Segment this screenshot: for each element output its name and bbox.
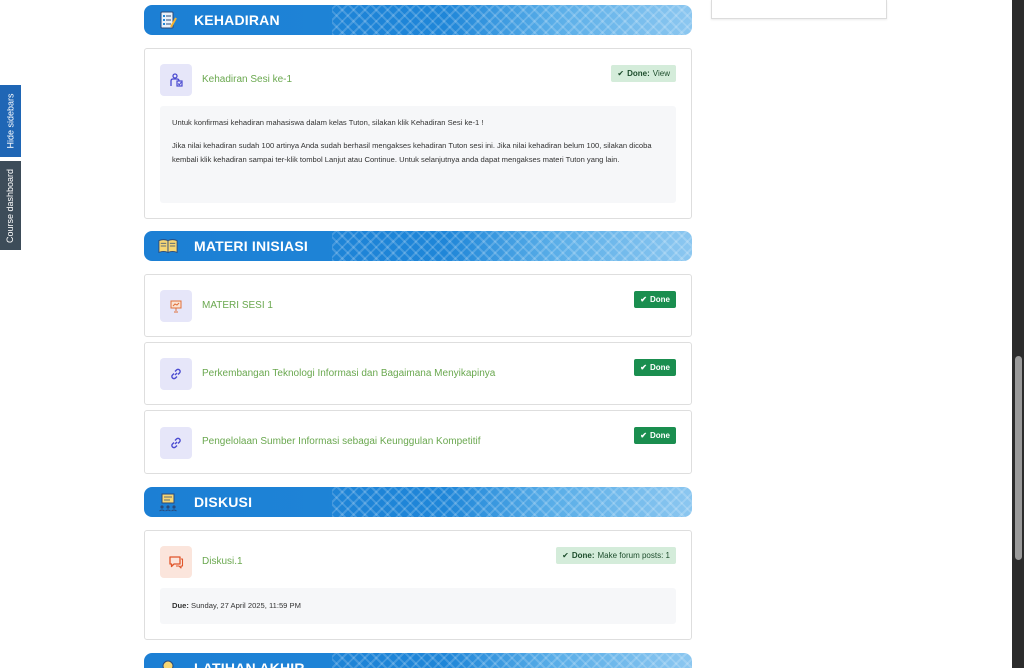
section-title: DISKUSI: [194, 494, 253, 510]
check-icon: ✔: [562, 551, 569, 560]
section-header-kehadiran: KEHADIRAN: [144, 5, 692, 35]
description-paragraph: Jika nilai kehadiran sudah 100 artinya A…: [172, 140, 652, 165]
check-icon: ✔: [640, 295, 647, 304]
activity-description: Untuk konfirmasi kehadiran mahasiswa dal…: [160, 106, 676, 203]
badge-label: Done: [650, 295, 670, 304]
course-dashboard-label: Course dashboard: [5, 168, 16, 243]
scrollbar-thumb[interactable]: [1015, 356, 1022, 560]
due-date-box: Due: Sunday, 27 April 2025, 11:59 PM: [160, 588, 676, 624]
presentation-icon: [160, 290, 192, 322]
section-header-materi: MATERI INISIASI: [144, 231, 692, 261]
section-title: LATIHAN AKHIR: [194, 660, 305, 668]
done-badge: ✔ Done: [634, 291, 676, 308]
activity-link-materi[interactable]: Pengelolaan Sumber Informasi sebagai Keu…: [202, 436, 481, 447]
done-badge: ✔ Done: [634, 427, 676, 444]
hide-sidebars-label: Hide sidebars: [5, 93, 16, 149]
check-icon: ✔: [640, 363, 647, 372]
lightbulb-icon: [158, 658, 178, 668]
badge-detail: Make forum posts: 1: [597, 551, 670, 560]
sidebar-toggle-tabs: Hide sidebars Course dashboard: [0, 85, 21, 250]
due-label: Due:: [172, 601, 189, 610]
section-header-latihan: LATIHAN AKHIR: [144, 653, 692, 668]
header-pattern: [332, 487, 692, 517]
link-icon: [160, 427, 192, 459]
forum-icon: [160, 546, 192, 578]
badge-label: Done: [650, 363, 670, 372]
link-icon: [160, 358, 192, 390]
activity-link-kehadiran[interactable]: Kehadiran Sesi ke-1: [202, 74, 292, 85]
attendance-person-icon: [160, 64, 192, 96]
section-title: KEHADIRAN: [194, 12, 280, 28]
section-title: MATERI INISIASI: [194, 238, 308, 254]
header-pattern: [332, 5, 692, 35]
header-pattern: [332, 231, 692, 261]
completion-badge: ✔ Done: Make forum posts: 1: [556, 547, 676, 564]
page-scrollbar[interactable]: [1012, 0, 1024, 668]
activity-link-materi[interactable]: Perkembangan Teknologi Informasi dan Bag…: [202, 368, 495, 379]
badge-label: Done: [650, 431, 670, 440]
check-icon: ✔: [617, 69, 625, 78]
completion-badge: ✔ Done: View: [611, 65, 676, 82]
right-sidebar-block: [711, 0, 887, 19]
section-header-diskusi: DISKUSI: [144, 487, 692, 517]
header-pattern: [332, 653, 692, 668]
course-dashboard-tab[interactable]: Course dashboard: [0, 161, 21, 250]
badge-status: Done:: [571, 551, 595, 560]
activity-card-materi-2: Perkembangan Teknologi Informasi dan Bag…: [144, 342, 692, 405]
activity-card-materi-1: MATERI SESI 1 ✔ Done: [144, 274, 692, 337]
description-paragraph: Untuk konfirmasi kehadiran mahasiswa dal…: [172, 118, 484, 127]
activity-card-kehadiran: Kehadiran Sesi ke-1 ✔ Done: View Untuk k…: [144, 48, 692, 219]
hide-sidebars-tab[interactable]: Hide sidebars: [0, 85, 21, 157]
done-badge: ✔ Done: [634, 359, 676, 376]
check-icon: ✔: [640, 431, 647, 440]
discussion-board-icon: [158, 492, 178, 512]
activity-link-diskusi[interactable]: Diskusi.1: [202, 556, 243, 567]
badge-status: Done:: [627, 69, 650, 78]
activity-link-materi[interactable]: MATERI SESI 1: [202, 300, 273, 311]
open-book-icon: [158, 236, 178, 256]
due-value: Sunday, 27 April 2025, 11:59 PM: [191, 601, 301, 610]
activity-card-diskusi: Diskusi.1 ✔ Done: Make forum posts: 1 Du…: [144, 530, 692, 640]
activity-card-materi-3: Pengelolaan Sumber Informasi sebagai Keu…: [144, 410, 692, 474]
badge-detail: View: [652, 69, 670, 78]
attendance-checklist-icon: [158, 10, 178, 30]
